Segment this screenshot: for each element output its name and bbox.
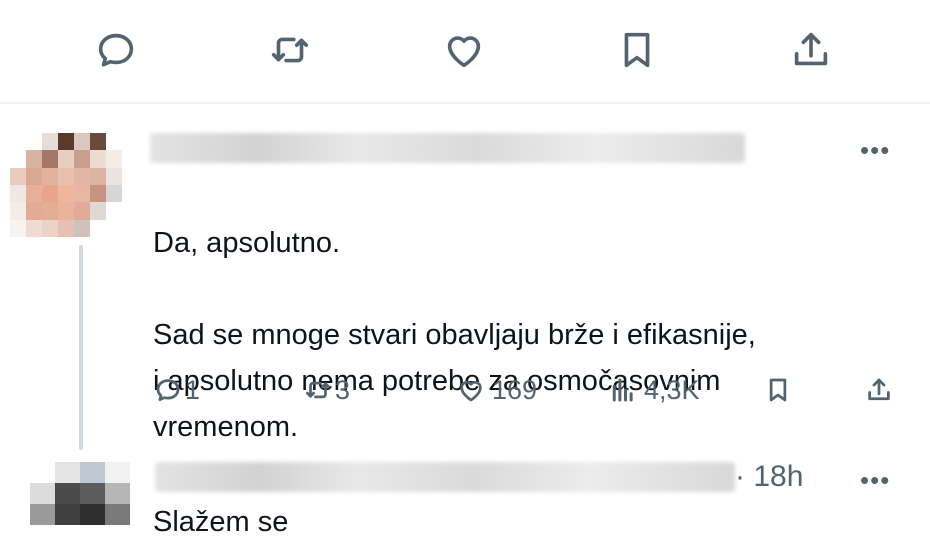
reply-count-button[interactable]: 1 xyxy=(153,372,200,408)
bookmark-icon xyxy=(769,378,787,402)
share-icon xyxy=(794,32,828,66)
avatar[interactable] xyxy=(10,133,138,237)
like-button[interactable] xyxy=(434,20,494,80)
like-count-button[interactable]: 169 xyxy=(456,372,537,408)
views-icon xyxy=(612,378,633,402)
share-icon xyxy=(868,378,890,401)
reply-text: Da, apsolutno. Sad se mnoge stvari obavl… xyxy=(153,174,913,496)
avatar[interactable] xyxy=(30,462,130,525)
repost-count: 3 xyxy=(335,374,351,405)
like-icon xyxy=(460,380,482,402)
more-options-button[interactable]: ••• xyxy=(860,467,890,493)
reply-button[interactable] xyxy=(86,20,146,80)
repost-count-button[interactable]: 3 xyxy=(303,372,350,408)
share-button[interactable] xyxy=(781,20,841,80)
bookmark-button[interactable] xyxy=(607,20,667,80)
like-count: 169 xyxy=(492,374,538,405)
reply-text-line1: Da, apsolutno. xyxy=(153,227,341,259)
divider xyxy=(0,102,930,104)
retweet-icon xyxy=(271,37,309,63)
reply-icon xyxy=(98,33,134,67)
retweet-button[interactable] xyxy=(260,20,320,80)
reply-count: 1 xyxy=(185,374,201,405)
reply-icon xyxy=(156,379,180,401)
author-name[interactable] xyxy=(150,133,745,163)
author-name[interactable] xyxy=(155,462,735,492)
like-icon xyxy=(447,36,481,68)
bookmark-icon xyxy=(624,32,650,68)
bookmark-button-small[interactable] xyxy=(763,372,793,408)
more-options-button[interactable]: ••• xyxy=(860,137,890,163)
retweet-icon xyxy=(306,381,330,399)
reply-text: Slažem se xyxy=(153,506,289,538)
views-count-button[interactable]: 4,3K xyxy=(608,372,700,408)
views-count: 4,3K xyxy=(644,374,700,405)
thread-line xyxy=(79,245,83,450)
timestamp[interactable]: · 18h xyxy=(735,460,803,494)
share-button-small[interactable] xyxy=(864,372,894,408)
